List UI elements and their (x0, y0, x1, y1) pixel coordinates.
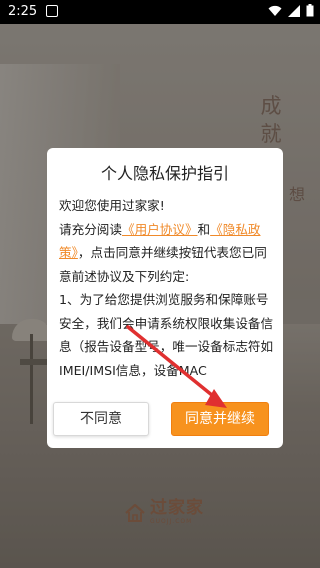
battery-icon (306, 4, 314, 17)
accept-continue-button[interactable]: 同意并继续 (171, 402, 269, 436)
decline-button[interactable]: 不同意 (53, 402, 149, 436)
agreement-paragraph: 请充分阅读《用户协议》和《隐私政策》，点击同意并继续按钮代表您已同意前述协议及下… (59, 218, 274, 289)
user-agreement-link[interactable]: 《用户协议》 (122, 222, 198, 237)
status-time: 2:25 (8, 4, 38, 19)
dialog-actions: 不同意 同意并继续 (53, 402, 277, 438)
notification-icon (46, 5, 58, 17)
status-icons (268, 4, 314, 17)
agreement-conj: 和 (197, 221, 211, 237)
app-logo: 过家家 GUOJJ.COM (124, 500, 204, 525)
dialog-title: 个人隐私保护指引 (100, 164, 229, 183)
house-logo-icon (125, 503, 145, 522)
logo-name: 过家家 (150, 498, 204, 518)
privacy-dialog: 个人隐私保护指引 欢迎您使用过家家! 请充分阅读《用户协议》和《隐私政策》，点击… (47, 148, 283, 448)
permission-item-1: 1、为了给您提供浏览服务和保障账号安全，我们会申请系统权限收集设备信息（报告设备… (59, 292, 274, 378)
agreement-prefix: 请充分阅读 (59, 221, 122, 237)
greeting-text: 欢迎您使用过家家! (59, 198, 165, 213)
signal-icon (288, 4, 300, 17)
logo-domain: GUOJJ.COM (150, 518, 193, 525)
dialog-body[interactable]: 欢迎您使用过家家! 请充分阅读《用户协议》和《隐私政策》，点击同意并继续按钮代表… (59, 194, 274, 390)
status-bar: 2:25 (0, 0, 320, 24)
wifi-icon (268, 5, 282, 16)
agreement-suffix: ，点击同意并继续按钮代表您已同意前述协议及下列约定: (59, 245, 267, 284)
